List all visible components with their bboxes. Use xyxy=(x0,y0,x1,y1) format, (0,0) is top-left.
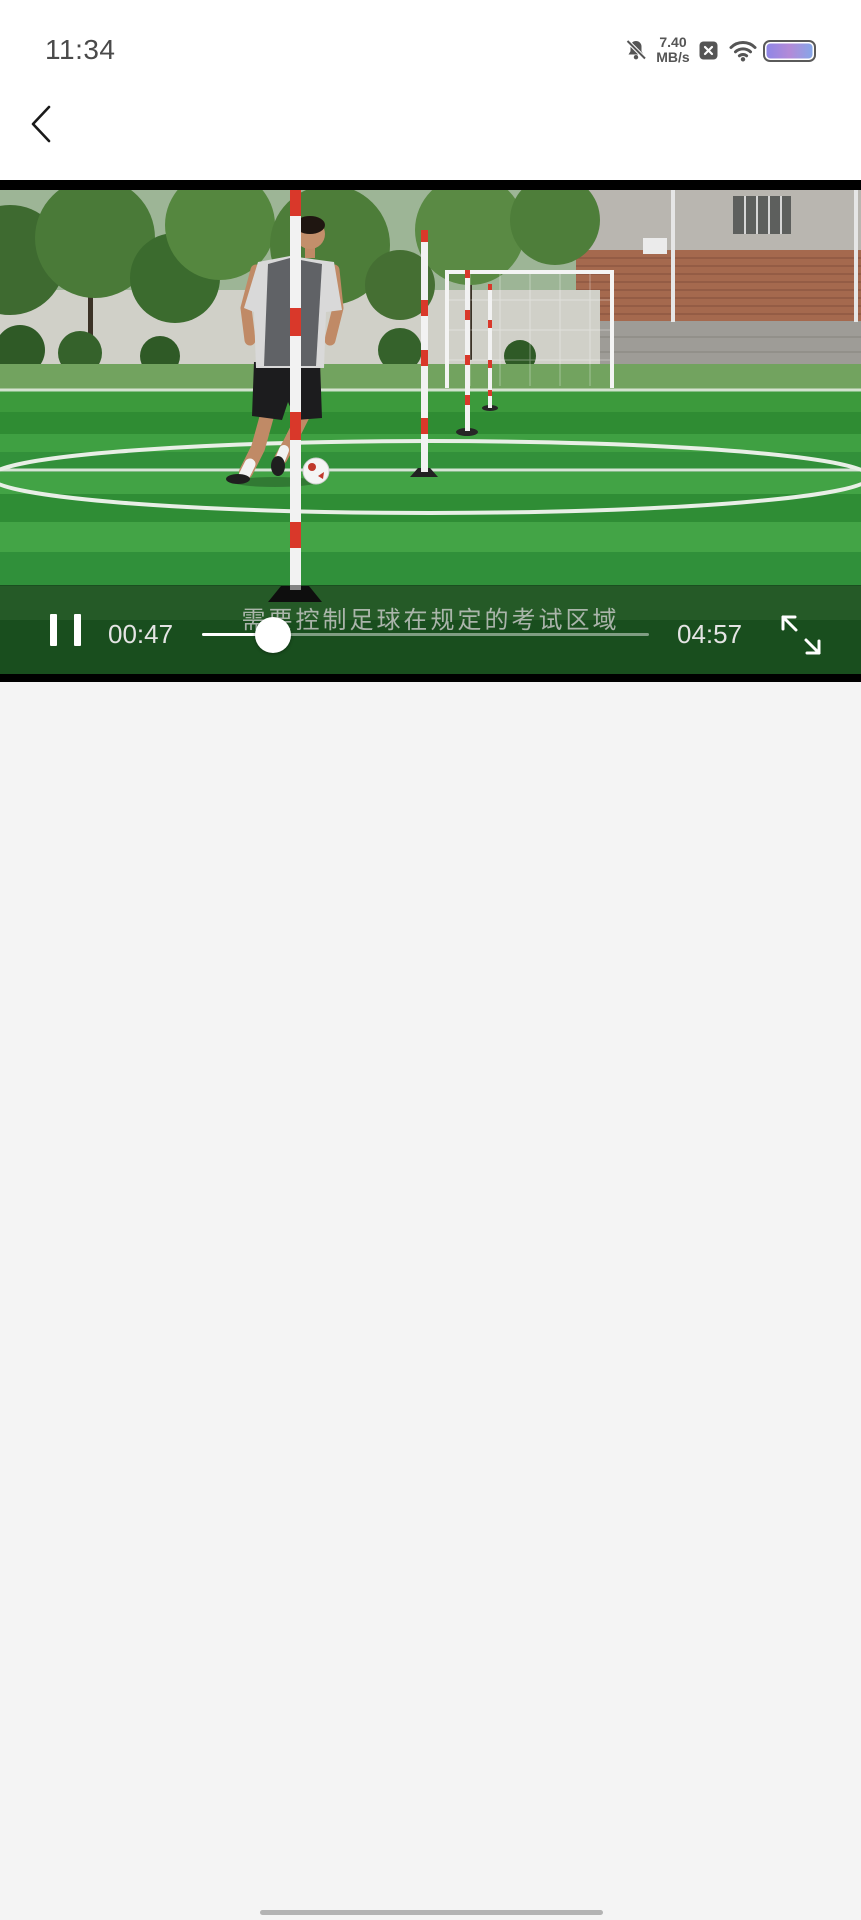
header xyxy=(0,100,861,180)
x-box-icon xyxy=(699,41,718,60)
scene-ball xyxy=(302,457,330,485)
chevron-left-icon xyxy=(31,105,51,143)
phone-screen: 11:34 7.40 MB/s 需要控制足球在规定的考试区域 00:47 04:… xyxy=(0,0,861,1920)
back-button[interactable] xyxy=(22,100,66,150)
duration: 04:57 xyxy=(677,619,743,649)
fullscreen-icon xyxy=(781,615,821,655)
network-speed-unit: MB/s xyxy=(656,49,690,65)
network-speed: 7.40 MB/s xyxy=(655,35,691,65)
progress-track[interactable] xyxy=(202,616,649,653)
home-indicator[interactable] xyxy=(260,1910,603,1915)
bell-off-icon xyxy=(624,38,648,62)
status-time: 11:34 xyxy=(45,34,116,65)
video-controls: 需要控制足球在规定的考试区域 00:47 04:57 xyxy=(0,585,861,674)
wifi-icon xyxy=(728,38,758,62)
status-bar: 11:34 7.40 MB/s xyxy=(0,0,861,100)
network-speed-value: 7.40 xyxy=(659,34,687,50)
scene-building xyxy=(576,190,861,367)
battery-icon xyxy=(763,40,816,62)
fullscreen-button[interactable] xyxy=(778,612,824,658)
progress-knob[interactable] xyxy=(254,616,291,653)
content-area xyxy=(0,682,861,1920)
video-player: 需要控制足球在规定的考试区域 00:47 04:57 xyxy=(0,180,861,682)
pause-button[interactable] xyxy=(44,608,88,652)
current-time: 00:47 xyxy=(108,619,174,649)
